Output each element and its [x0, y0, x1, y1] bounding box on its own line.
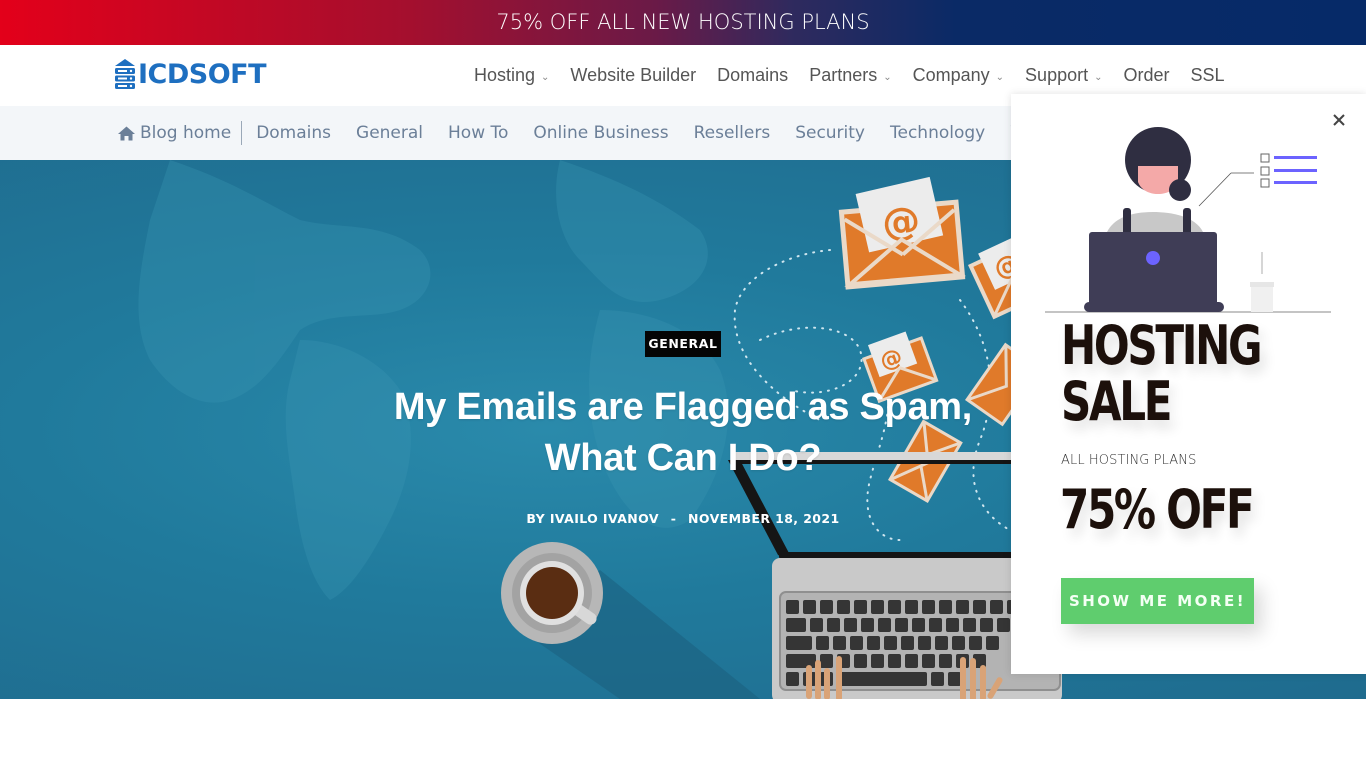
popup-subheading: ALL HOSTING PLANS — [1061, 453, 1197, 468]
logo-text: ICDSOFT — [138, 58, 267, 90]
nav-ssl[interactable]: SSL — [1191, 65, 1225, 86]
meta-separator: - — [670, 511, 677, 526]
chevron-down-icon: ⌄ — [541, 71, 550, 83]
chevron-down-icon: ⌄ — [995, 71, 1005, 83]
post-category-badge[interactable]: GENERAL — [645, 331, 721, 357]
post-title: My Emails are Flagged as Spam, What Can … — [340, 382, 1026, 484]
nav-label: Hosting — [474, 65, 536, 85]
nav-label: Domains — [717, 65, 789, 85]
post-date: NOVEMBER 18, 2021 — [688, 511, 840, 526]
blog-category-online-business[interactable]: Online Business — [533, 123, 668, 143]
blog-category-resellers[interactable]: Resellers — [694, 123, 771, 143]
blog-category-security[interactable]: Security — [795, 123, 865, 143]
popup-heading: HOSTING SALE — [1061, 318, 1263, 433]
nav-order[interactable]: Order — [1123, 65, 1169, 86]
post-title-line1: My Emails are Flagged as Spam, — [393, 386, 973, 428]
woman-at-laptop-illustration — [1045, 127, 1331, 313]
chevron-down-icon: ⌄ — [883, 71, 892, 83]
post-title-line2: What Can I Do? — [544, 437, 822, 479]
blog-category-general[interactable]: General — [356, 123, 423, 143]
nav-label: Website Builder — [570, 65, 697, 85]
home-icon — [118, 126, 135, 140]
nav-label: Support — [1025, 65, 1089, 85]
server-logo-icon — [115, 59, 135, 89]
nav-support[interactable]: Support ⌄ — [1025, 65, 1102, 86]
nav-label: SSL — [1190, 65, 1225, 85]
nav-domains[interactable]: Domains — [717, 65, 788, 86]
promo-banner[interactable]: 75% OFF ALL NEW HOSTING PLANS — [0, 0, 1366, 45]
nav-label: Company — [912, 65, 990, 85]
nav-company[interactable]: Company ⌄ — [913, 65, 1004, 86]
sale-popup: HOSTING SALE ALL HOSTING PLANS 75% OFF S… — [1011, 94, 1366, 674]
popup-heading-line1: HOSTING — [1061, 314, 1263, 377]
blog-home-link[interactable]: Blog home — [118, 121, 243, 145]
blog-category-how-to[interactable]: How To — [448, 123, 508, 143]
logo[interactable]: ICDSOFT — [115, 58, 267, 90]
popup-heading-line2: SALE — [1061, 370, 1173, 433]
show-me-more-button[interactable]: SHOW ME MORE! — [1061, 578, 1254, 624]
blog-category-domains[interactable]: Domains — [256, 123, 331, 143]
post-meta: BY IVAILO IVANOV - NOVEMBER 18, 2021 — [440, 511, 926, 526]
nav-hosting[interactable]: Hosting ⌄ — [474, 65, 549, 86]
promo-text: 75% OFF ALL NEW HOSTING PLANS — [496, 10, 870, 34]
nav-partners[interactable]: Partners ⌄ — [809, 65, 891, 86]
blog-home-label: Blog home — [140, 123, 232, 143]
nav-website-builder[interactable]: Website Builder — [570, 65, 696, 86]
post-author[interactable]: BY IVAILO IVANOV — [526, 511, 659, 526]
nav-label: Order — [1123, 65, 1170, 85]
nav-label: Partners — [809, 65, 878, 85]
popup-discount: 75% OFF — [1060, 478, 1255, 541]
chevron-down-icon: ⌄ — [1094, 71, 1103, 83]
blog-category-technology[interactable]: Technology — [890, 123, 985, 143]
